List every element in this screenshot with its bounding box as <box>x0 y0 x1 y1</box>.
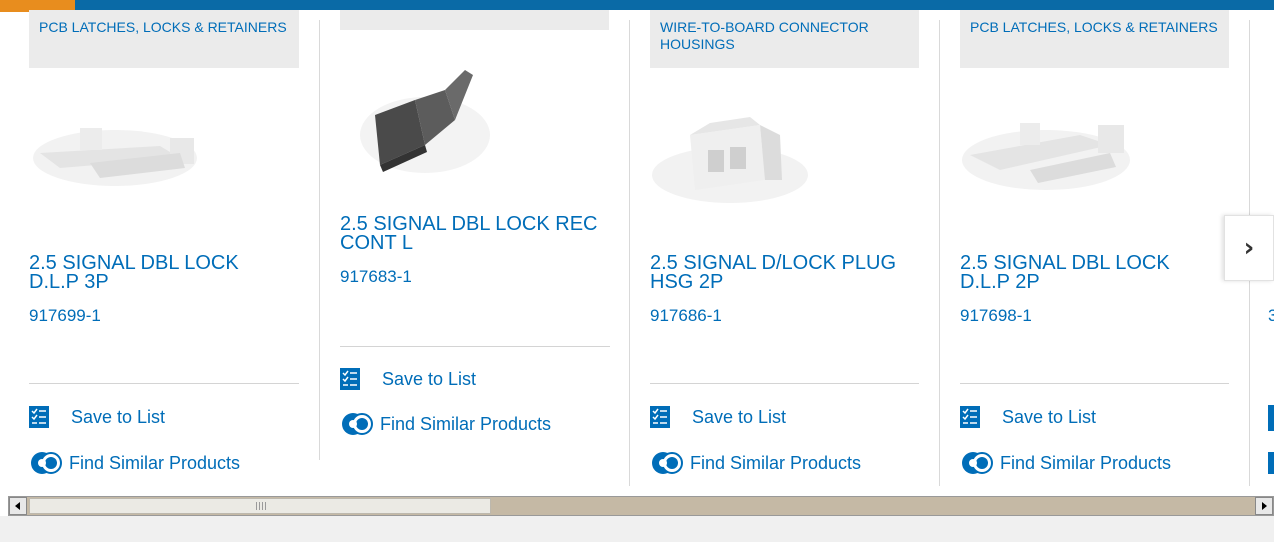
bottom-area <box>0 516 1274 542</box>
product-image[interactable] <box>650 95 810 205</box>
similar-products-icon <box>342 413 373 435</box>
grip-icon <box>256 502 266 510</box>
top-bar <box>0 0 1274 10</box>
product-title[interactable]: 2.5 SIGNAL DBL LOCK REC CONT L <box>340 214 610 253</box>
checklist-icon <box>340 368 360 390</box>
horizontal-scrollbar[interactable] <box>8 496 1274 516</box>
similar-products-icon[interactable] <box>1268 452 1274 474</box>
save-to-list-label: Save to List <box>692 406 787 427</box>
similar-products-icon <box>962 452 993 474</box>
card-divider <box>629 20 630 486</box>
product-title[interactable]: 2.5 SIGNAL DBL LOCK D.L.P 2P <box>960 253 1220 292</box>
card-divider <box>939 20 940 486</box>
find-similar-button[interactable]: Find Similar Products <box>29 450 240 476</box>
card-separator <box>650 383 919 384</box>
carousel-next-button[interactable]: › <box>1224 215 1274 281</box>
similar-products-icon <box>31 452 62 474</box>
category-label[interactable]: PCB LATCHES, LOCKS & RETAINERS <box>29 10 299 68</box>
card-divider <box>319 20 320 460</box>
save-to-list-button[interactable]: Save to List <box>650 406 786 428</box>
save-to-list-label: Save to List <box>71 406 166 427</box>
scrollbar-thumb[interactable] <box>29 498 491 514</box>
product-image[interactable] <box>30 118 200 188</box>
product-title[interactable]: 2.5 SIGNAL DBL LOCK D.L.P 3P <box>29 253 289 292</box>
save-to-list-button[interactable]: Save to List <box>960 406 1096 428</box>
save-to-list-label: Save to List <box>382 368 477 389</box>
category-label <box>340 10 609 30</box>
checklist-icon <box>960 406 980 428</box>
find-similar-label: Find Similar Products <box>690 452 862 473</box>
part-number[interactable]: 917686-1 <box>650 306 722 326</box>
product-image[interactable] <box>355 60 495 180</box>
similar-products-icon <box>652 452 683 474</box>
find-similar-label: Find Similar Products <box>380 413 552 434</box>
part-number[interactable]: 917698-1 <box>960 306 1032 326</box>
card-separator <box>29 383 299 384</box>
category-label[interactable]: WIRE-TO-BOARD CONNECTOR HOUSINGS <box>650 10 919 68</box>
find-similar-button[interactable]: Find Similar Products <box>340 411 551 437</box>
checklist-icon <box>29 406 49 428</box>
save-to-list-button[interactable]: Save to List <box>29 406 165 428</box>
find-similar-label: Find Similar Products <box>1000 452 1172 473</box>
find-similar-label: Find Similar Products <box>69 452 241 473</box>
scroll-right-button[interactable] <box>1255 497 1273 515</box>
card-separator <box>340 346 610 347</box>
part-number[interactable]: 3 <box>1268 306 1274 326</box>
product-image[interactable] <box>960 115 1132 195</box>
find-similar-button[interactable]: Find Similar Products <box>960 450 1171 476</box>
checklist-icon[interactable] <box>1268 405 1274 431</box>
product-title[interactable]: 2.5 SIGNAL D/LOCK PLUG HSG 2P <box>650 253 920 292</box>
part-number[interactable]: 917683-1 <box>340 267 412 287</box>
card-separator <box>960 383 1229 384</box>
save-to-list-button[interactable]: Save to List <box>340 368 476 390</box>
part-number[interactable]: 917699-1 <box>29 306 101 326</box>
chevron-right-icon: › <box>1243 233 1255 263</box>
find-similar-button[interactable]: Find Similar Products <box>650 450 861 476</box>
arrow-left-icon <box>15 502 20 510</box>
arrow-right-icon <box>1262 502 1267 510</box>
save-to-list-label: Save to List <box>1002 406 1097 427</box>
checklist-icon <box>650 406 670 428</box>
category-label[interactable]: PCB LATCHES, LOCKS & RETAINERS <box>960 10 1229 68</box>
scroll-left-button[interactable] <box>9 497 27 515</box>
